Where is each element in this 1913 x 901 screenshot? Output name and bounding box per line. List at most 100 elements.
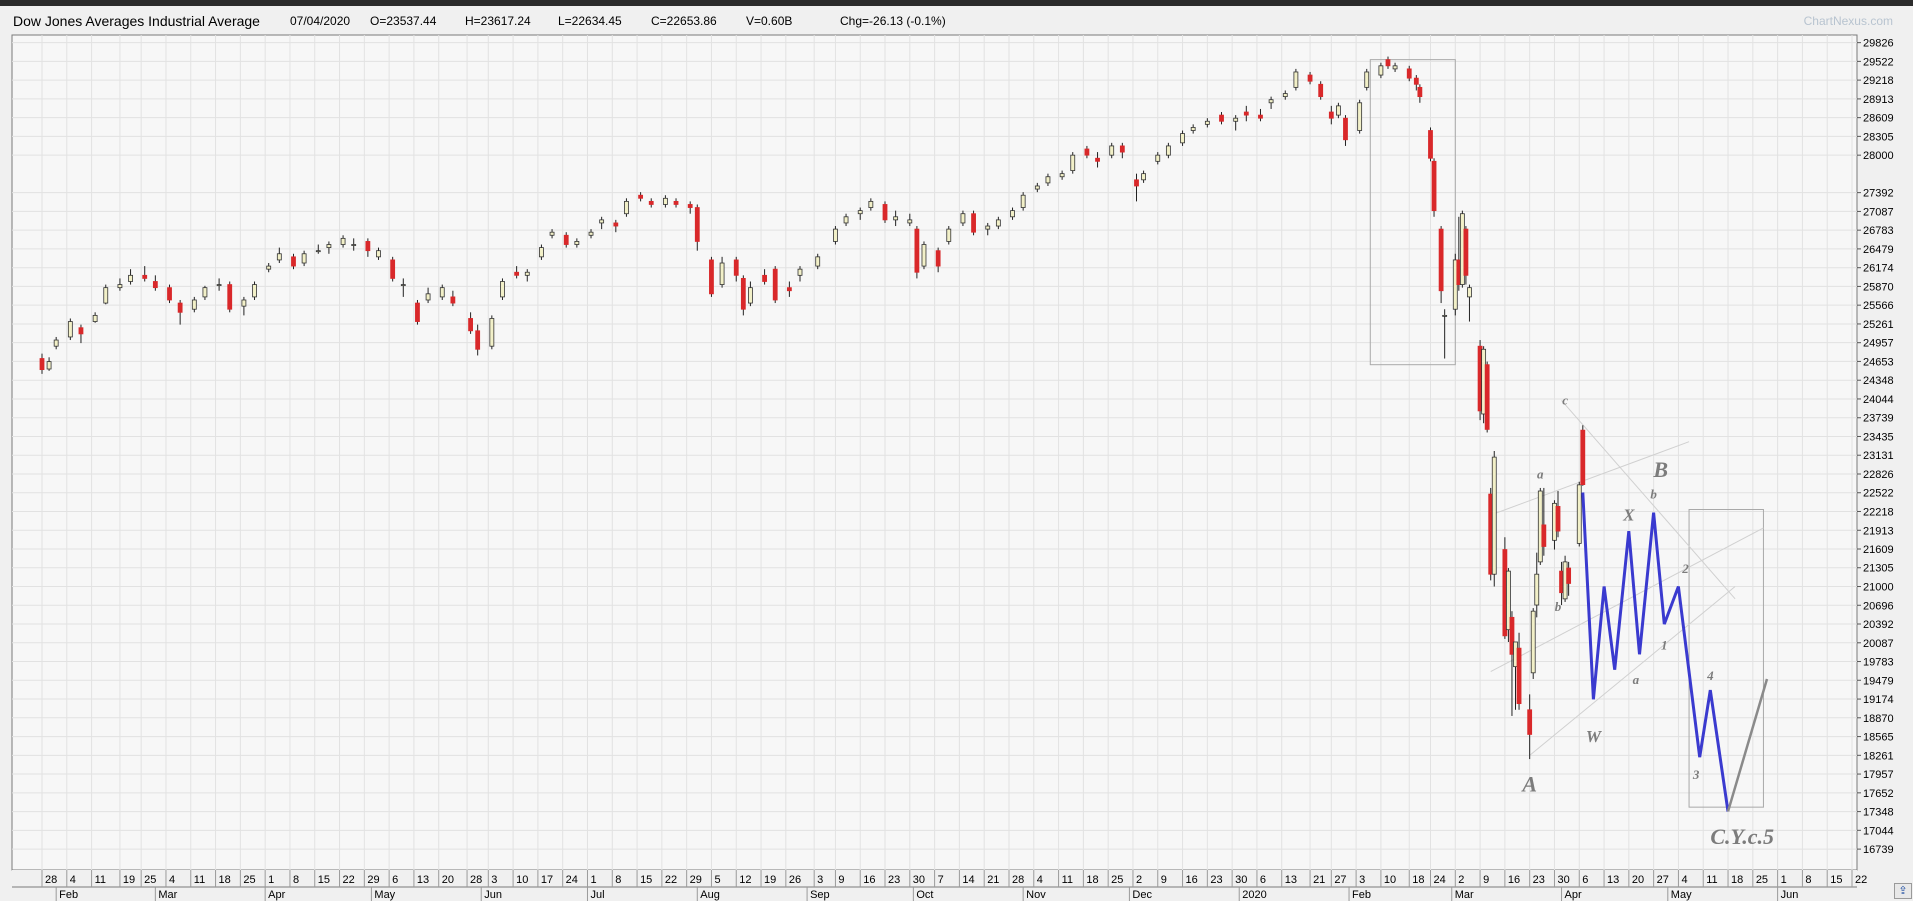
x-tick-label: 3 (817, 874, 823, 886)
candle-up-body (907, 219, 913, 224)
candle-up-body (1155, 154, 1161, 162)
y-tick-label: 22826 (1863, 469, 1894, 481)
x-tick-label: 4 (169, 874, 175, 886)
candlestick-chart[interactable]: 2982629522292182891328609283052800027392… (0, 0, 1913, 901)
candle-up-body (893, 216, 899, 221)
y-tick-label: 21913 (1863, 525, 1894, 537)
y-tick-label: 22218 (1863, 506, 1894, 518)
candle-down-body (167, 287, 172, 301)
y-tick-label: 16739 (1863, 844, 1894, 856)
candle-up-body (1165, 145, 1171, 156)
y-tick-label: 21000 (1863, 582, 1894, 594)
candle-down-body (709, 259, 714, 295)
candle-up-body (1034, 185, 1040, 190)
x-tick-label: 4 (1681, 874, 1687, 886)
candle-up-body (489, 318, 495, 347)
x-tick-label: 4 (70, 874, 76, 886)
x-tick-label: 3 (1359, 874, 1365, 886)
x-tick-label: 18 (1086, 874, 1098, 886)
month-label: May (374, 889, 395, 901)
y-tick-label: 26174 (1863, 263, 1894, 275)
candle (1530, 608, 1536, 679)
y-tick-label: 18565 (1863, 732, 1894, 744)
candle-up-body (1204, 120, 1210, 125)
y-tick-label: 29826 (1863, 38, 1894, 50)
candle-up-body (276, 253, 282, 261)
wave-label: 4 (1706, 668, 1714, 683)
wave-label: C.Y.c.5 (1710, 824, 1774, 849)
candle-down-body (1095, 157, 1100, 162)
candle-up-body (103, 287, 109, 304)
y-tick-label: 24044 (1863, 394, 1894, 406)
candle-up-body (1491, 456, 1497, 575)
candle-up-body (216, 284, 222, 286)
candle-down-body (914, 228, 920, 273)
x-tick-label: 9 (1483, 874, 1489, 886)
candle (1576, 481, 1582, 547)
month-label: Feb (59, 889, 78, 901)
candle-up-body (1109, 145, 1115, 156)
candle (624, 198, 629, 217)
x-tick-label: 27 (1657, 874, 1669, 886)
x-tick-label: 23 (1210, 874, 1222, 886)
y-tick-label: 28305 (1863, 131, 1894, 143)
candle (946, 226, 952, 245)
candle-down-body (1541, 524, 1547, 547)
x-tick-label: 9 (838, 874, 844, 886)
candle-down-body (1527, 709, 1533, 735)
candle-down-body (1463, 228, 1469, 276)
candle-down-body (415, 302, 420, 322)
candle-down-body (563, 234, 569, 245)
month-label: Apr (1565, 889, 1582, 901)
candle (1020, 192, 1026, 211)
y-tick-label: 27087 (1863, 206, 1894, 218)
y-tick-label: 26783 (1863, 225, 1894, 237)
candle-down-body (1084, 148, 1090, 156)
candle-up-body (67, 321, 73, 338)
y-tick-label: 20696 (1863, 600, 1894, 612)
candle-down-body (1134, 179, 1139, 187)
candle-up-body (1467, 287, 1472, 298)
candle-up-body (815, 256, 821, 267)
candle-up-body (202, 287, 208, 298)
candle (772, 266, 778, 304)
x-tick-label: 25 (243, 874, 255, 886)
candle-down-body (475, 330, 481, 350)
candle (1580, 425, 1586, 486)
candle (489, 315, 495, 350)
candle-up-body (1530, 610, 1536, 674)
candle (1364, 68, 1370, 91)
x-tick-label: 25 (1111, 874, 1123, 886)
candle-up-body (252, 284, 257, 298)
x-tick-label: 16 (1186, 874, 1198, 886)
candle-down-body (1385, 59, 1391, 67)
x-tick-label: 20 (442, 874, 454, 886)
wave-label: A (1520, 772, 1537, 797)
candle (1293, 68, 1299, 91)
x-tick-label: 22 (665, 874, 677, 886)
candle (252, 281, 257, 300)
x-tick-label: 15 (640, 874, 652, 886)
y-tick-label: 29218 (1863, 75, 1894, 87)
x-tick-label: 29 (690, 874, 702, 886)
x-tick-label: 28 (45, 874, 57, 886)
candle-down-body (468, 318, 473, 332)
candle-down-body (1258, 114, 1263, 119)
x-tick-label: 16 (1508, 874, 1520, 886)
wave-label: W (1586, 727, 1603, 746)
x-tick-label: 15 (318, 874, 330, 886)
x-tick-label: 11 (1062, 874, 1073, 886)
x-tick-label: 6 (392, 874, 398, 886)
x-tick-label: 10 (516, 874, 528, 886)
x-tick-label: 6 (1260, 874, 1266, 886)
candle (709, 256, 714, 297)
candle-down-body (1406, 68, 1412, 79)
x-tick-label: 9 (1161, 874, 1167, 886)
x-tick-label: 27 (1334, 874, 1346, 886)
x-tick-label: 22 (343, 874, 355, 886)
scroll-to-latest-button[interactable]: ⇪ (1894, 883, 1912, 899)
candle-down-body (1119, 145, 1125, 153)
x-tick-label: 19 (123, 874, 135, 886)
month-label: Oct (916, 889, 933, 901)
candle-up-body (326, 244, 332, 249)
